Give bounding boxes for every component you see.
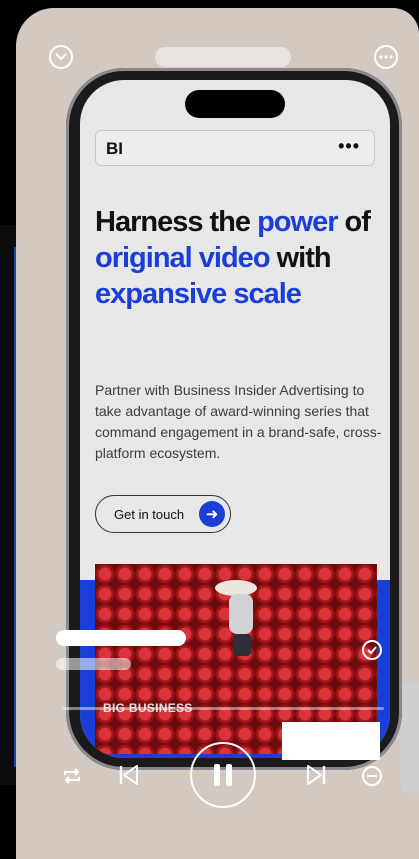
video-subtitle-placeholder	[56, 658, 131, 670]
site-headline: Harness the power of original video with…	[95, 204, 385, 312]
phone-screen: BI ••• Harness the power of original vid…	[80, 80, 390, 758]
chevron-down-icon[interactable]	[49, 45, 73, 69]
person-figure	[229, 594, 253, 634]
get-in-touch-button[interactable]: Get in touch ➜	[95, 495, 231, 533]
pause-button[interactable]	[190, 742, 256, 808]
arrow-right-icon: ➜	[199, 501, 225, 527]
remove-icon[interactable]	[360, 764, 384, 788]
person-legs	[233, 634, 251, 656]
repeat-icon[interactable]	[60, 764, 84, 788]
pause-icon	[214, 764, 232, 786]
more-icon[interactable]	[374, 45, 398, 69]
site-subcopy: Partner with Business Insider Advertisin…	[95, 382, 382, 461]
headline-part: Harness the	[95, 206, 258, 238]
site-navbar: BI •••	[95, 130, 375, 166]
headline-accent: power	[257, 206, 338, 238]
check-icon[interactable]	[362, 640, 382, 660]
playback-controls	[0, 742, 419, 808]
video-title-placeholder	[56, 630, 186, 646]
next-icon[interactable]	[303, 762, 329, 788]
headline-accent: original video	[95, 242, 271, 274]
previous-icon[interactable]	[116, 762, 142, 788]
cta-label: Get in touch	[114, 507, 185, 522]
drag-handle[interactable]	[155, 47, 291, 67]
dynamic-island	[185, 90, 285, 118]
headline-accent: expansive scale	[95, 278, 302, 310]
headline-part: of	[337, 206, 371, 238]
playback-progress[interactable]	[62, 707, 384, 710]
headline-part: with	[269, 242, 332, 274]
site-logo[interactable]: BI	[106, 139, 123, 159]
site-menu-icon[interactable]: •••	[338, 136, 360, 157]
